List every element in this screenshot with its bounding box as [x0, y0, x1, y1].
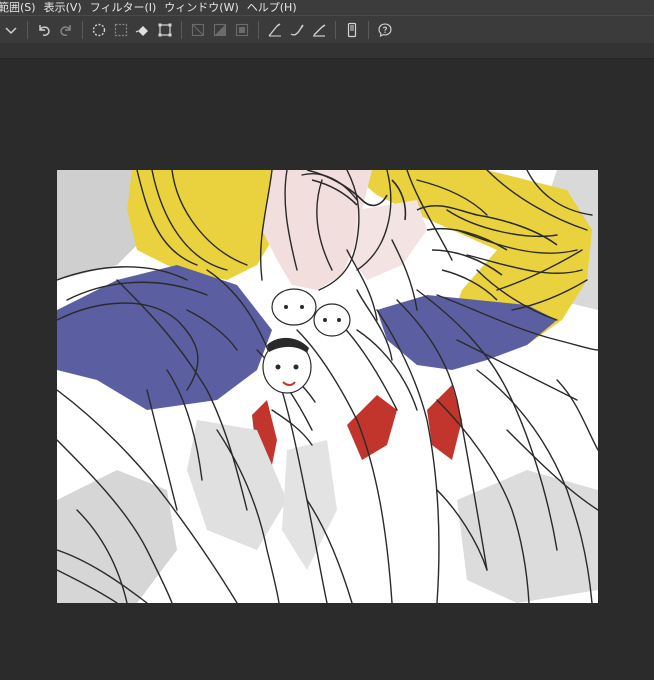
toolbar-divider: [258, 20, 259, 39]
undo-icon[interactable]: [34, 20, 54, 40]
clear-selection-icon[interactable]: [89, 20, 109, 40]
pen-correction-1-icon[interactable]: [265, 20, 285, 40]
menu-item-help[interactable]: ヘルプ(H): [247, 0, 307, 15]
toolbar-divider: [82, 20, 83, 39]
menu-item-filter[interactable]: フィルター(I): [90, 0, 167, 15]
toolbar-divider: [335, 20, 336, 39]
smartphone-icon[interactable]: [342, 20, 362, 40]
redo-icon[interactable]: [56, 20, 76, 40]
menu-item-view[interactable]: 表示(V): [44, 0, 92, 15]
disabled-tool-3-icon[interactable]: [232, 20, 252, 40]
sub-toolbar-strip: [0, 43, 654, 59]
menu-item-selection[interactable]: 範囲(S): [0, 0, 46, 15]
menu-item-window[interactable]: ウィンドウ(W): [164, 0, 248, 15]
disabled-tool-2-icon[interactable]: [210, 20, 230, 40]
toolbar-divider: [181, 20, 182, 39]
menu-bar: 範囲(S) 表示(V) フィルター(I) ウィンドウ(W) ヘルプ(H): [0, 0, 654, 15]
dropdown-chevron-icon[interactable]: [1, 20, 21, 40]
pen-correction-2-icon[interactable]: [287, 20, 307, 40]
transform-icon[interactable]: [155, 20, 175, 40]
disabled-tool-1-icon[interactable]: [188, 20, 208, 40]
drawing-canvas[interactable]: [57, 170, 598, 603]
toolbar-divider: [27, 20, 28, 39]
toolbar-divider: [368, 20, 369, 39]
sketch-artwork: [57, 170, 598, 603]
fill-icon[interactable]: [133, 20, 153, 40]
help-icon[interactable]: [375, 20, 395, 40]
pen-correction-3-icon[interactable]: [309, 20, 329, 40]
command-toolbar: [0, 15, 654, 44]
select-all-icon[interactable]: [111, 20, 131, 40]
